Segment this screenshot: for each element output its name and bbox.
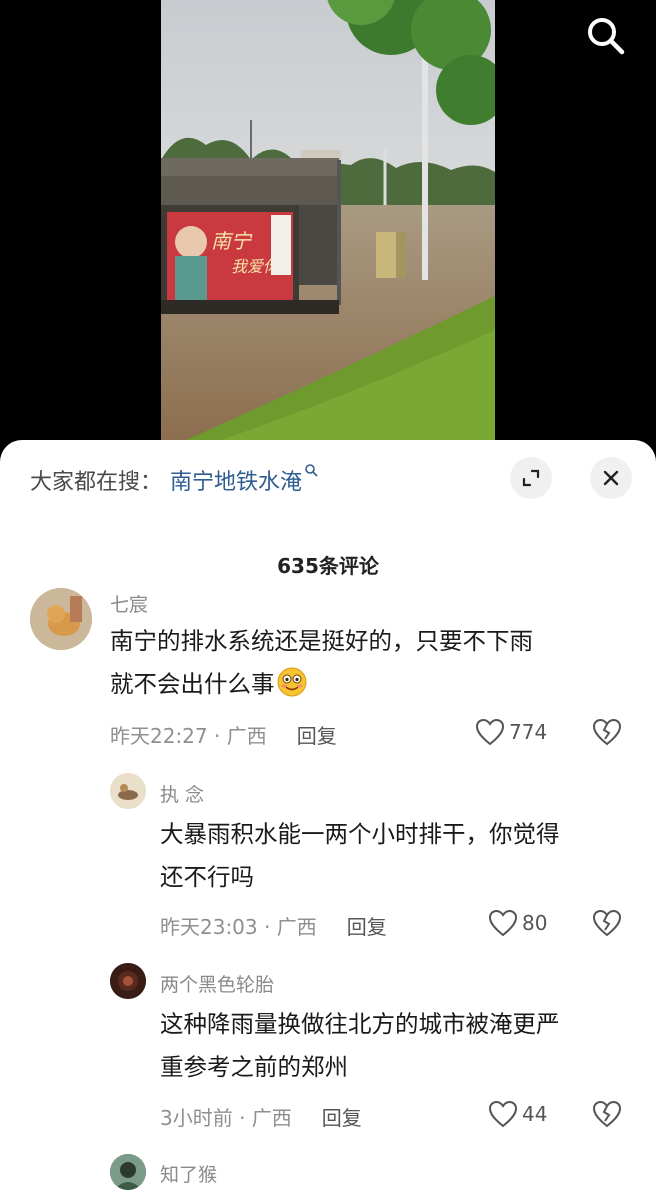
broken-heart-icon xyxy=(592,909,622,937)
comment-text-line: 这种降雨量换做往北方的城市被淹更严 xyxy=(160,1010,560,1038)
comment-time-location: 昨天22:27 · 广西 xyxy=(110,724,267,748)
comment-username[interactable]: 七宸 xyxy=(110,590,148,617)
like-count: 44 xyxy=(522,1102,548,1126)
close-icon xyxy=(603,470,619,486)
heart-outline-icon xyxy=(488,909,518,937)
reply-button[interactable]: 回复 xyxy=(297,720,337,749)
search-button[interactable] xyxy=(583,14,627,58)
comment-text-line: 重参考之前的郑州 xyxy=(160,1053,348,1081)
avatar[interactable] xyxy=(110,963,146,999)
avatar[interactable] xyxy=(30,588,92,650)
billboard-text-1: 南宁 xyxy=(211,229,253,253)
comment-text-line: 就不会出什么事 xyxy=(110,663,630,706)
broken-heart-icon xyxy=(592,1100,622,1128)
comment-text-line: 还不行吗 xyxy=(160,863,254,891)
avatar[interactable] xyxy=(110,1154,146,1190)
comment-text: 这种降雨量换做往北方的城市被淹更严 重参考之前的郑州 xyxy=(160,1003,640,1089)
reply-button[interactable]: 回复 xyxy=(322,1102,362,1131)
comment-meta: 昨天22:27 · 广西 回复 xyxy=(110,720,337,749)
comment-meta: 昨天23:03 · 广西 回复 xyxy=(160,911,387,940)
reply-button[interactable]: 回复 xyxy=(347,911,387,940)
heart-outline-icon xyxy=(488,1100,518,1128)
hot-search-term[interactable]: 南宁地铁水淹 xyxy=(170,464,302,496)
like-count: 80 xyxy=(522,911,548,935)
comment-text: 大暴雨积水能一两个小时排干，你觉得 还不行吗 xyxy=(160,813,640,899)
comment-count: 635条评论 xyxy=(277,554,379,578)
close-button[interactable] xyxy=(590,457,632,499)
heart-outline-icon xyxy=(475,718,505,746)
hot-search-bar[interactable]: 大家都在搜： 南宁地铁水淹 xyxy=(30,460,318,500)
hot-search-prefix: 大家都在搜： xyxy=(30,470,163,495)
like-button[interactable]: 774 xyxy=(475,718,547,746)
comment-username[interactable]: 两个黑色轮胎 xyxy=(160,970,274,997)
search-small-icon xyxy=(304,463,318,481)
broken-heart-icon xyxy=(592,718,622,746)
comment-text-span: 就不会出什么事 xyxy=(110,670,275,698)
dislike-button[interactable] xyxy=(592,1100,622,1132)
avatar[interactable] xyxy=(110,773,146,809)
smiling-face-emoji xyxy=(277,667,306,697)
comment-username[interactable]: 执 念 xyxy=(160,780,204,807)
video-frame[interactable]: 南宁 我爱你 xyxy=(161,0,495,440)
comment-sheet: 大家都在搜： 南宁地铁水淹 635条评论 七宸 南宁的排水系统还是挺好的，只要不… xyxy=(0,440,656,1200)
like-button[interactable]: 44 xyxy=(488,1100,547,1128)
dislike-button[interactable] xyxy=(592,909,622,941)
like-button[interactable]: 80 xyxy=(488,909,547,937)
comment-text-line: 大暴雨积水能一两个小时排干，你觉得 xyxy=(160,820,560,848)
search-icon xyxy=(588,18,625,55)
like-count: 774 xyxy=(509,720,548,744)
comment-username[interactable]: 知了猴 xyxy=(160,1160,217,1187)
video-player[interactable]: 南宁 我爱你 xyxy=(0,0,656,455)
comment-time-location: 3小时前 · 广西 xyxy=(160,1106,292,1130)
comment-text-line: 南宁的排水系统还是挺好的，只要不下雨 xyxy=(110,627,533,655)
expand-button[interactable] xyxy=(510,457,552,499)
flooded-street-scene: 南宁 我爱你 xyxy=(161,0,495,440)
comment-text: 南宁的排水系统还是挺好的，只要不下雨 就不会出什么事 xyxy=(110,620,630,706)
expand-icon xyxy=(522,469,540,487)
comment-time-location: 昨天23:03 · 广西 xyxy=(160,915,317,939)
dislike-button[interactable] xyxy=(592,718,622,750)
comment-meta: 3小时前 · 广西 回复 xyxy=(160,1102,362,1131)
